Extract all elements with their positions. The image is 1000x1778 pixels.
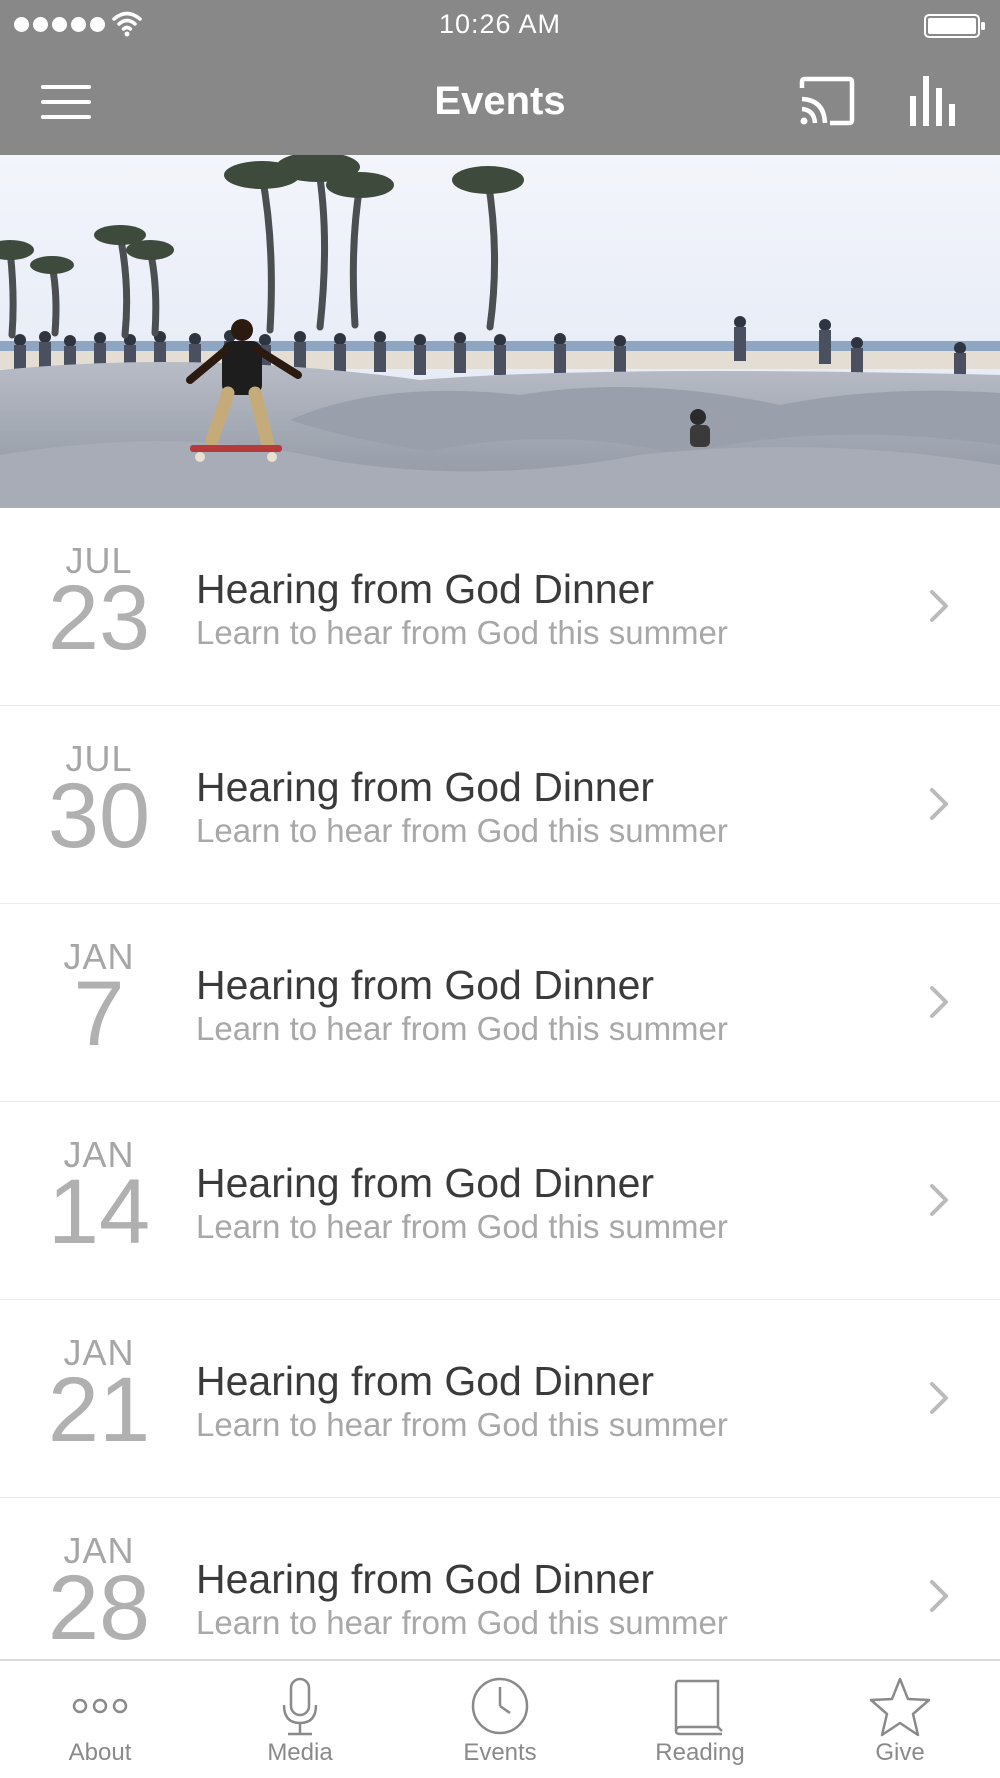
events-list: JUL 23 Hearing from God Dinner Learn to … — [0, 508, 1000, 1660]
chevron-right-icon — [930, 788, 948, 820]
event-day: 30 — [47, 765, 151, 867]
clock-icon — [471, 1677, 529, 1735]
event-row[interactable]: JAN 28 Hearing from God Dinner Learn to … — [0, 1498, 1000, 1660]
chevron-right-icon — [930, 590, 948, 622]
event-day: 7 — [73, 963, 125, 1065]
tab-media[interactable]: Media — [200, 1661, 400, 1778]
tab-about[interactable]: About — [0, 1661, 200, 1778]
tab-label: Reading — [655, 1739, 745, 1766]
tab-label: Events — [463, 1739, 537, 1766]
book-icon — [674, 1679, 723, 1736]
event-day: 23 — [47, 567, 151, 669]
status-bar: 10:26 AM — [0, 0, 1000, 50]
tab-give[interactable]: Give — [800, 1661, 1000, 1778]
event-day: 28 — [47, 1557, 151, 1659]
event-title: Hearing from God Dinner — [196, 566, 655, 612]
battery-icon — [924, 14, 985, 38]
event-title: Hearing from God Dinner — [196, 764, 655, 810]
hamburger-menu-button[interactable] — [38, 85, 96, 119]
star-icon — [869, 1677, 931, 1737]
tab-reading[interactable]: Reading — [600, 1661, 800, 1778]
tab-events[interactable]: Events — [400, 1661, 600, 1778]
event-title: Hearing from God Dinner — [196, 1160, 655, 1206]
event-day: 14 — [47, 1161, 151, 1263]
tab-label: Give — [875, 1739, 925, 1766]
event-row[interactable]: JAN 21 Hearing from God Dinner Learn to … — [0, 1300, 1000, 1498]
event-title: Hearing from God Dinner — [196, 1556, 655, 1602]
event-subtitle: Learn to hear from God this summer — [196, 1010, 728, 1047]
tab-label: About — [68, 1739, 132, 1766]
event-row[interactable]: JAN 14 Hearing from God Dinner Learn to … — [0, 1102, 1000, 1300]
chevron-right-icon — [930, 1382, 948, 1414]
event-subtitle: Learn to hear from God this summer — [196, 1604, 728, 1641]
event-subtitle: Learn to hear from God this summer — [196, 614, 728, 651]
chevron-right-icon — [930, 1184, 948, 1216]
cast-icon[interactable] — [798, 76, 856, 126]
tab-label: Media — [267, 1739, 333, 1766]
status-time: 10:26 AM — [438, 9, 562, 39]
event-subtitle: Learn to hear from God this summer — [196, 812, 728, 849]
chevron-right-icon — [930, 986, 948, 1018]
event-subtitle: Learn to hear from God this summer — [196, 1208, 728, 1245]
event-subtitle: Learn to hear from God this summer — [196, 1406, 728, 1443]
event-row[interactable]: JAN 7 Hearing from God Dinner Learn to h… — [0, 904, 1000, 1102]
event-title: Hearing from God Dinner — [196, 1358, 655, 1404]
stats-bar-chart-icon[interactable] — [908, 74, 958, 128]
more-dots-icon — [72, 1698, 128, 1714]
event-day: 21 — [47, 1359, 151, 1461]
event-row[interactable]: JUL 30 Hearing from God Dinner Learn to … — [0, 706, 1000, 904]
navigation-bar: Events — [0, 50, 1000, 155]
chevron-right-icon — [930, 1580, 948, 1612]
microphone-icon — [282, 1677, 318, 1736]
event-title: Hearing from God Dinner — [196, 962, 655, 1008]
hero-skatepark-image — [0, 155, 1000, 508]
event-row[interactable]: JUL 23 Hearing from God Dinner Learn to … — [0, 508, 1000, 706]
tab-bar: About Media Events Reading Give — [0, 1659, 1000, 1778]
